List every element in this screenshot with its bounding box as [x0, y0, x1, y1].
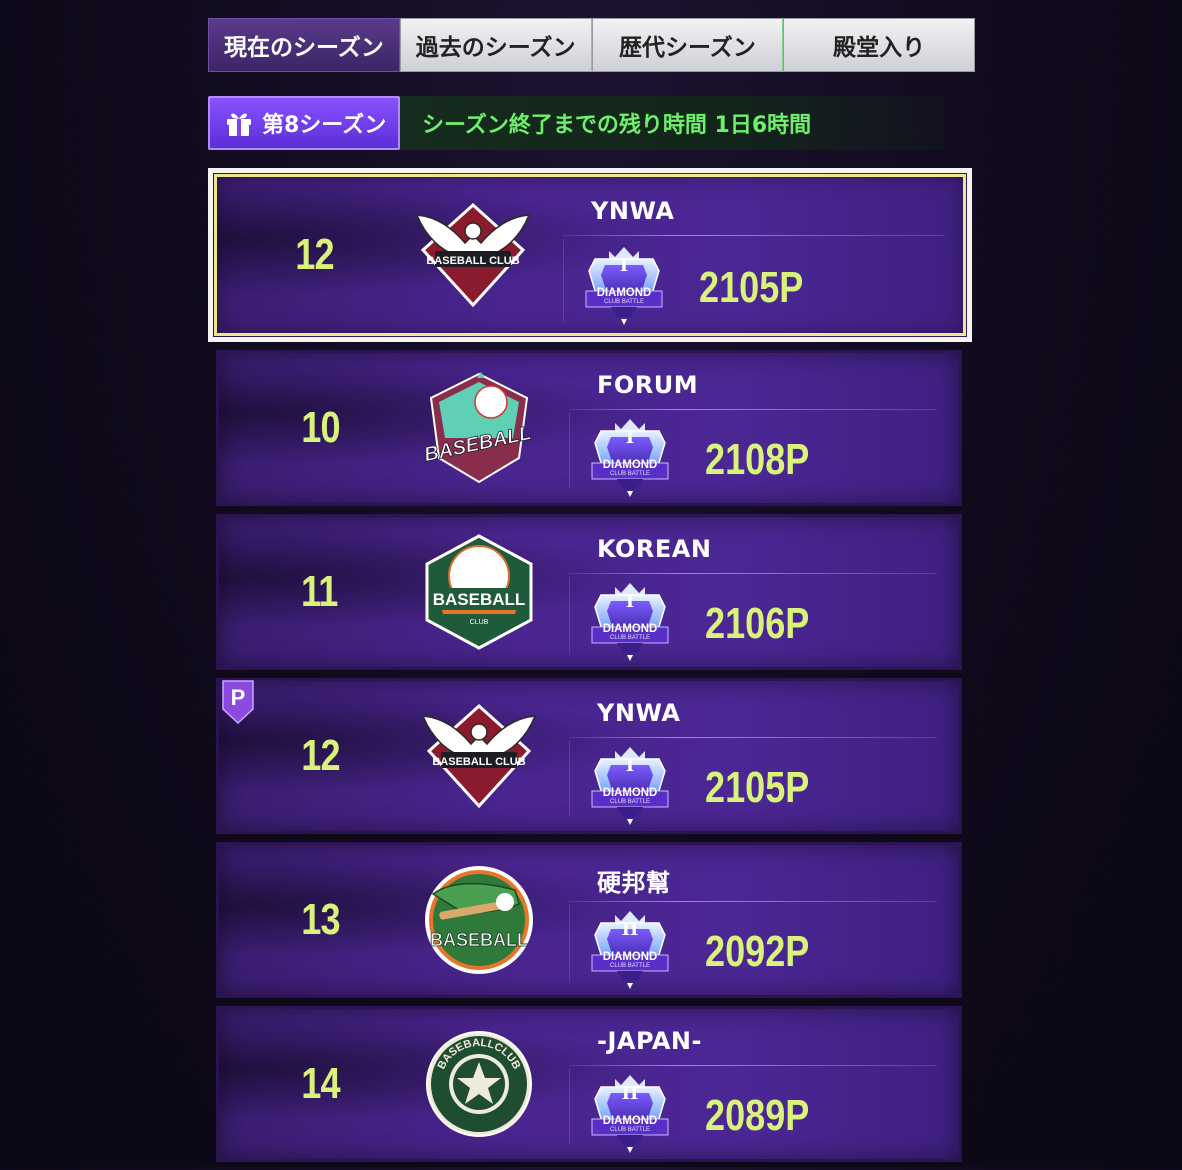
tier-name-label: DIAMOND — [602, 785, 658, 799]
season-tabs: 現在のシーズン 過去のシーズン 歴代シーズン 殿堂入り — [208, 18, 975, 72]
tier-level-label: I — [619, 255, 629, 276]
ranking-row[interactable]: 11 BASEBALL CLUB KOREAN I DIAMOND CLUB B… — [216, 514, 962, 670]
ranking-row[interactable]: 13 BASEBALL 硬邦幫 II DIAMOND CLUB BATTLE 2… — [216, 842, 962, 998]
season-reward-button[interactable]: 第8シーズン — [208, 96, 400, 150]
tier-name-label: DIAMOND — [596, 285, 652, 299]
tab-all-time-seasons[interactable]: 歴代シーズン — [591, 18, 784, 72]
tier-sub-label: CLUB BATTLE — [610, 1127, 650, 1133]
row-divider — [569, 409, 937, 410]
row-divider — [569, 1065, 937, 1066]
row-vertical-divider — [569, 577, 570, 653]
tier-name-label: DIAMOND — [602, 621, 658, 635]
tier-sub-label: CLUB BATTLE — [604, 299, 644, 305]
row-vertical-divider — [569, 1069, 570, 1145]
tier-level-label: I — [625, 591, 635, 612]
tier-name-label: DIAMOND — [602, 949, 658, 963]
tier-level-label: I — [625, 427, 635, 448]
p-badge-icon: P — [222, 680, 254, 725]
tier-sub-label: CLUB BATTLE — [610, 635, 650, 641]
row-divider — [563, 235, 945, 236]
club-points: 2092P — [705, 927, 810, 976]
row-divider — [569, 737, 937, 738]
baseball-shield-logo-icon: BASEBALL — [422, 372, 534, 484]
row-vertical-divider — [569, 741, 570, 817]
rank-number: 12 — [301, 731, 340, 780]
season-remaining-time: シーズン終了までの残り時間 1日6時間 — [422, 113, 812, 138]
team-name: KOREAN — [597, 535, 712, 563]
logo-text: BASEBALL CLUB — [426, 255, 519, 267]
logo-text: BASEBALL — [433, 590, 526, 609]
tier-name-label: DIAMOND — [602, 1113, 658, 1127]
ranking-row-own-club[interactable]: 12 BASEBALL CLUB YNWA I DIAMOND CLUB BAT… — [208, 168, 972, 342]
tier-level-label: II — [621, 919, 639, 940]
logo-text: BASEBALL — [430, 930, 528, 950]
row-divider — [569, 573, 937, 574]
club-points: 2089P — [705, 1091, 810, 1140]
tier-sub-label: CLUB BATTLE — [610, 471, 650, 477]
star-club-logo-icon: BASEBALLCLUB — [426, 1031, 532, 1137]
team-name: YNWA — [597, 699, 681, 727]
rank-number: 13 — [301, 895, 340, 944]
tab-hall-of-fame[interactable]: 殿堂入り — [783, 18, 975, 72]
season-info-bar: 第8シーズン シーズン終了までの残り時間 1日6時間 — [208, 96, 945, 150]
gift-icon — [227, 113, 251, 136]
team-name: -JAPAN- — [597, 1027, 702, 1055]
rank-number: 10 — [301, 403, 340, 452]
team-name: FORUM — [597, 371, 699, 399]
rank-number: 11 — [301, 567, 338, 616]
season-number-label: 第8シーズン — [262, 113, 387, 138]
row-vertical-divider — [563, 239, 564, 323]
rank-number: 14 — [301, 1059, 340, 1108]
club-points: 2105P — [705, 763, 810, 812]
logo-text: BASEBALL CLUB — [432, 756, 525, 768]
tab-current-season[interactable]: 現在のシーズン — [208, 18, 400, 72]
club-points: 2105P — [699, 263, 804, 312]
ranking-list: 12 BASEBALL CLUB YNWA I DIAMOND CLUB BAT… — [208, 168, 975, 1170]
row-vertical-divider — [569, 413, 570, 489]
row-divider — [569, 901, 937, 902]
eagle-logo-icon: BASEBALL CLUB — [421, 703, 537, 809]
tier-level-label: II — [621, 1083, 639, 1104]
club-points: 2108P — [705, 435, 810, 484]
ranking-row[interactable]: 14 BASEBALLCLUB -JAPAN- II DIAMOND CLUB … — [216, 1006, 962, 1162]
p-badge-label: P — [231, 685, 246, 710]
team-name: YNWA — [591, 197, 675, 225]
rank-number: 12 — [295, 230, 334, 279]
baseball-club-logo-icon: BASEBALL CLUB — [425, 534, 533, 650]
tier-sub-label: CLUB BATTLE — [610, 799, 650, 805]
logo-subtext: CLUB — [470, 619, 489, 626]
club-points: 2106P — [705, 599, 810, 648]
team-name: 硬邦幫 — [597, 869, 671, 897]
tier-name-label: DIAMOND — [602, 457, 658, 471]
tab-past-seasons[interactable]: 過去のシーズン — [399, 18, 592, 72]
tier-level-label: I — [625, 755, 635, 776]
ranking-row[interactable]: P 12 BASEBALL CLUB YNWA I DIAMOND CLUB B… — [216, 678, 962, 834]
tier-sub-label: CLUB BATTLE — [610, 963, 650, 969]
crocodile-logo-icon: BASEBALL — [425, 866, 533, 974]
row-vertical-divider — [569, 905, 570, 981]
eagle-logo-icon: BASEBALL CLUB — [415, 202, 531, 308]
ranking-row[interactable]: 10 BASEBALL FORUM I DIAMOND CLUB BATTLE … — [216, 350, 962, 506]
